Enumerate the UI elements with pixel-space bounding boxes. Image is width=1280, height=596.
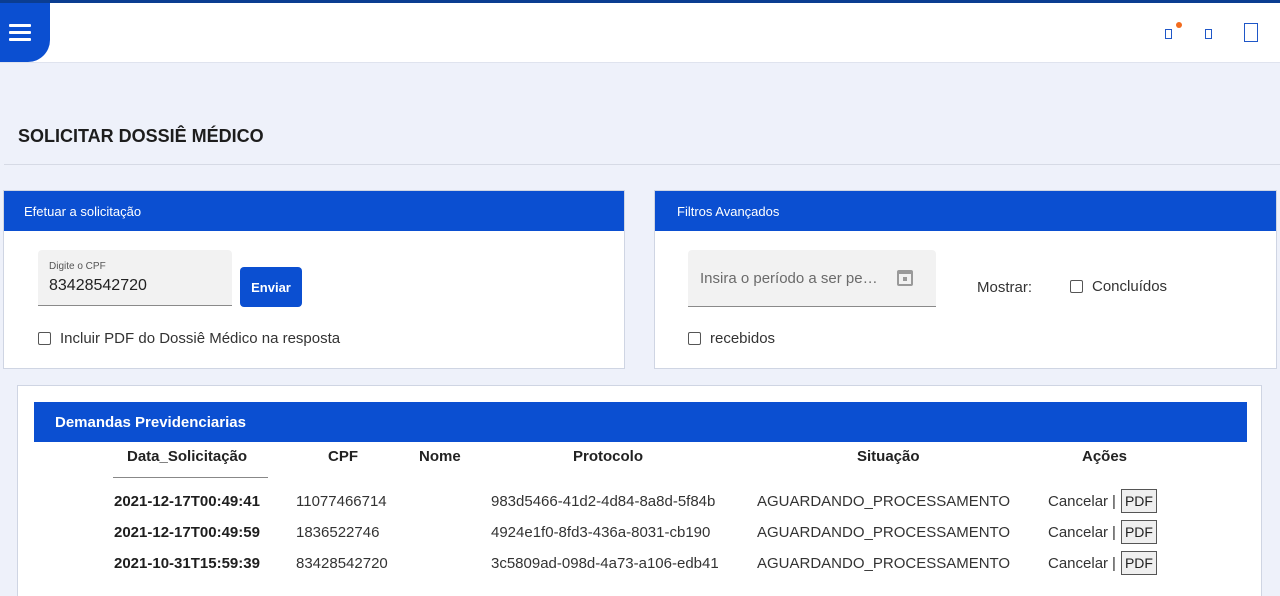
request-card-header: Efetuar a solicitação — [4, 191, 624, 231]
row-status: AGUARDANDO_PROCESSAMENTO — [757, 555, 1011, 572]
cpf-field-label: Digite o CPF — [49, 261, 106, 272]
action-separator: | — [1112, 523, 1116, 541]
title-divider — [4, 164, 1280, 165]
demands-header: Demandas Previdenciarias — [34, 402, 1247, 442]
notification-dot — [1176, 22, 1182, 28]
period-input[interactable]: Insira o período a ser pe… — [688, 250, 936, 307]
filters-card-header: Filtros Avançados — [655, 191, 1276, 231]
app-bar — [0, 3, 1280, 63]
column-header-status: Situação — [857, 448, 920, 465]
include-pdf-label: Incluir PDF do Dossiê Médico na resposta — [60, 330, 341, 347]
small-square-icon[interactable] — [1205, 29, 1212, 39]
request-card: Efetuar a solicitação Digite o CPF 83428… — [3, 190, 625, 369]
recebidos-option[interactable]: recebidos — [688, 330, 775, 347]
hamburger-menu-icon[interactable] — [0, 3, 50, 62]
row-protocol: 3c5809ad-098d-4a73-a106-edb41 — [491, 555, 719, 572]
column-header-protocol: Protocolo — [573, 448, 643, 465]
pdf-button[interactable]: PDF — [1120, 520, 1157, 544]
show-label: Mostrar: — [977, 279, 1033, 296]
pdf-button[interactable]: PDF — [1120, 551, 1157, 575]
concluidos-option[interactable]: Concluídos — [1070, 278, 1167, 295]
tablet-icon[interactable] — [1244, 23, 1258, 42]
row-actions: Cancelar | PDF — [1048, 489, 1157, 513]
page-title: SOLICITAR DOSSIÊ MÉDICO — [18, 126, 264, 146]
cancel-link[interactable]: Cancelar — [1048, 524, 1108, 541]
include-pdf-option[interactable]: Incluir PDF do Dossiê Médico na resposta — [38, 330, 340, 347]
row-status: AGUARDANDO_PROCESSAMENTO — [757, 493, 1011, 510]
recebidos-label: recebidos — [710, 330, 776, 347]
send-button[interactable]: Enviar — [240, 267, 302, 307]
row-date: 2021-12-17T00:49:41 — [114, 493, 260, 510]
row-date: 2021-10-31T15:59:39 — [114, 555, 260, 572]
notification-icon[interactable] — [1165, 29, 1172, 39]
column-header-name: Nome — [419, 448, 461, 465]
row-date: 2021-12-17T00:49:59 — [114, 524, 260, 541]
include-pdf-checkbox[interactable] — [38, 332, 51, 345]
filters-card: Filtros Avançados Insira o período a ser… — [654, 190, 1277, 369]
cpf-field-value[interactable]: 83428542720 — [49, 277, 147, 295]
cancel-link[interactable]: Cancelar — [1048, 555, 1108, 572]
cpf-field[interactable]: Digite o CPF 83428542720 — [38, 250, 232, 306]
row-cpf: 1836522746 — [296, 524, 380, 541]
row-cpf: 83428542720 — [296, 555, 388, 572]
row-actions: Cancelar | PDF — [1048, 551, 1157, 575]
row-actions: Cancelar | PDF — [1048, 520, 1157, 544]
concluidos-checkbox[interactable] — [1070, 280, 1083, 293]
cancel-link[interactable]: Cancelar — [1048, 493, 1108, 510]
row-protocol: 4924e1f0-8fd3-436a-8031-cb190 — [491, 524, 711, 541]
row-protocol: 983d5466-41d2-4d84-8a8d-5f84b — [491, 493, 716, 510]
recebidos-checkbox[interactable] — [688, 332, 701, 345]
column-header-actions: Ações — [1082, 448, 1128, 465]
row-status: AGUARDANDO_PROCESSAMENTO — [757, 524, 1011, 541]
column-header-cpf: CPF — [328, 448, 358, 465]
calendar-icon[interactable] — [897, 270, 913, 286]
concluidos-label: Concluídos — [1092, 278, 1168, 295]
period-placeholder: Insira o período a ser pe… — [700, 270, 878, 287]
demands-card: Demandas Previdenciarias Data_Solicitaçã… — [17, 385, 1262, 596]
column-header-date[interactable]: Data_Solicitação — [127, 448, 247, 465]
action-separator: | — [1112, 492, 1116, 510]
row-cpf: 11077466714 — [296, 493, 387, 510]
action-separator: | — [1112, 554, 1116, 572]
sort-indicator — [113, 477, 268, 478]
pdf-button[interactable]: PDF — [1120, 489, 1157, 513]
